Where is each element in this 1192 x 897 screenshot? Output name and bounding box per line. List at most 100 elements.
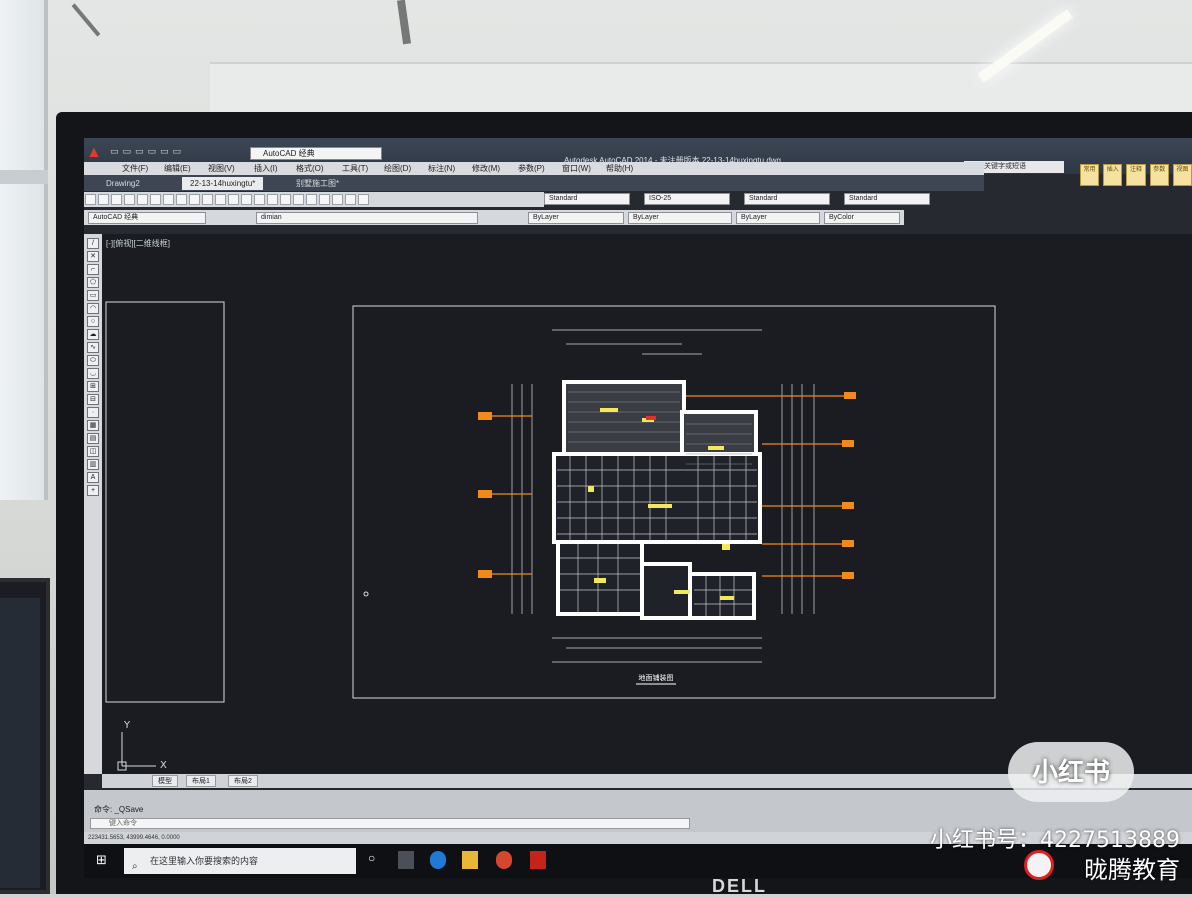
spline-icon[interactable]: ∿ [87, 342, 99, 353]
rectangle-icon[interactable]: ▭ [87, 290, 99, 301]
ribbon-icon-parametric[interactable]: 参数 [1149, 164, 1169, 186]
mtext-icon[interactable]: A [87, 472, 99, 483]
cut-icon[interactable] [150, 194, 161, 205]
tab-model[interactable]: 模型 [152, 775, 178, 787]
workspace-toolbar-combo[interactable]: AutoCAD 经典 [88, 212, 206, 224]
save-icon[interactable] [111, 194, 122, 205]
brand-watermark: 昽腾教育 [1084, 856, 1180, 884]
room-top-left [562, 380, 686, 456]
zoom-prev-icon[interactable] [267, 194, 278, 205]
floor-plan [552, 380, 762, 620]
drawing-area[interactable]: 地面铺装图 Y X [102, 234, 1192, 774]
table-style-combo[interactable]: Standard [744, 193, 830, 205]
tab-drawing2[interactable]: Drawing2 [98, 177, 148, 190]
line-icon[interactable]: / [87, 238, 99, 249]
viewport-controls[interactable]: [-][俯视][二维线框] [106, 238, 170, 249]
construction-line-icon[interactable]: ✕ [87, 251, 99, 262]
redo-icon[interactable] [215, 194, 226, 205]
folder-icon[interactable] [462, 851, 478, 869]
windows-start-icon[interactable]: ⊞ [96, 852, 110, 867]
menu-tools[interactable]: 工具(T) [342, 163, 368, 174]
circle-icon[interactable]: ○ [87, 316, 99, 327]
preview-icon[interactable] [137, 194, 148, 205]
menu-view[interactable]: 视图(V) [208, 163, 235, 174]
make-block-icon[interactable]: ⊟ [87, 394, 99, 405]
new-icon[interactable] [85, 194, 96, 205]
arc-icon[interactable]: ◠ [87, 303, 99, 314]
menu-modify[interactable]: 修改(M) [472, 163, 500, 174]
add-selected-icon[interactable]: + [87, 485, 99, 496]
lineweight-combo[interactable]: ByLayer [736, 212, 820, 224]
menu-format[interactable]: 格式(O) [296, 163, 324, 174]
menu-draw[interactable]: 绘图(D) [384, 163, 411, 174]
ribbon-icon-view[interactable]: 视图 [1172, 164, 1192, 186]
undo-icon[interactable] [202, 194, 213, 205]
match-icon[interactable] [189, 194, 200, 205]
copy-icon[interactable] [163, 194, 174, 205]
ellipse-icon[interactable]: ⬭ [87, 355, 99, 366]
search-icon: ⌕ [132, 861, 138, 872]
menu-insert[interactable]: 插入(I) [254, 163, 278, 174]
ribbon-icon-annotate[interactable]: 注释 [1126, 164, 1146, 186]
palettes-icon[interactable] [306, 194, 317, 205]
menu-bar: 文件(F) 编辑(E) 视图(V) 插入(I) 格式(O) 工具(T) 绘图(D… [84, 162, 984, 175]
ucs-y-label: Y [123, 720, 131, 731]
autocad-taskbar-icon[interactable] [530, 851, 546, 869]
edge-icon[interactable] [430, 851, 446, 869]
gradient-icon[interactable]: ▤ [87, 433, 99, 444]
tab-layout2[interactable]: 布局2 [228, 775, 258, 787]
sheetset-icon[interactable] [319, 194, 330, 205]
tab-layout1[interactable]: 布局1 [186, 775, 216, 787]
linetype-combo[interactable]: ByLayer [628, 212, 732, 224]
menu-parametric[interactable]: 参数(P) [518, 163, 545, 174]
command-input[interactable]: 键入命令 [90, 818, 690, 829]
open-icon[interactable] [98, 194, 109, 205]
zoom-window-icon[interactable] [254, 194, 265, 205]
polygon-icon[interactable]: ⬠ [87, 277, 99, 288]
menu-window[interactable]: 窗口(W) [562, 163, 591, 174]
document-tabs: Drawing2 22-13-14huxingtu* 别墅施工图* [84, 175, 984, 191]
properties-icon[interactable] [280, 194, 291, 205]
help-icon[interactable] [358, 194, 369, 205]
markup-icon[interactable] [332, 194, 343, 205]
laptop [0, 578, 50, 894]
autocad-logo-icon[interactable]: ▲ [86, 144, 104, 162]
plot-icon[interactable] [124, 194, 135, 205]
ellipse-arc-icon[interactable]: ◡ [87, 368, 99, 379]
quick-access-toolbar[interactable]: ▭▭▭▭▭▭ [110, 146, 270, 160]
hatch-icon[interactable]: ▦ [87, 420, 99, 431]
tab-huxingtu[interactable]: 22-13-14huxingtu* [182, 177, 264, 190]
plot-style-combo[interactable]: ByColor [824, 212, 900, 224]
calc-icon[interactable] [345, 194, 356, 205]
pan-icon[interactable] [228, 194, 239, 205]
xiaohongshu-badge: 小红书 [1008, 742, 1134, 802]
dim-style-combo[interactable]: ISO-25 [644, 193, 730, 205]
command-history: 命令: _QSave [94, 805, 144, 814]
revcloud-icon[interactable]: ☁ [87, 329, 99, 340]
menu-dimension[interactable]: 标注(N) [428, 163, 455, 174]
menu-file[interactable]: 文件(F) [122, 163, 148, 174]
ribbon-icon-insert[interactable]: 插入 [1103, 164, 1123, 186]
standard-toolbar [84, 192, 544, 207]
paste-icon[interactable] [176, 194, 187, 205]
point-icon[interactable]: · [87, 407, 99, 418]
region-icon[interactable]: ◫ [87, 446, 99, 457]
ribbon-icon-home[interactable]: 常用 [1080, 164, 1100, 186]
menu-edit[interactable]: 编辑(E) [164, 163, 191, 174]
color-combo[interactable]: ByLayer [528, 212, 624, 224]
text-style-combo[interactable]: Standard [544, 193, 630, 205]
zoom-icon[interactable] [241, 194, 252, 205]
mleader-style-combo[interactable]: Standard [844, 193, 930, 205]
workspace-combo[interactable]: AutoCAD 经典 [250, 147, 382, 160]
design-center-icon[interactable] [293, 194, 304, 205]
polyline-icon[interactable]: ⌐ [87, 264, 99, 275]
tab-villa-drawing[interactable]: 别墅施工图* [288, 177, 347, 190]
chrome-icon[interactable] [496, 851, 512, 869]
menu-help[interactable]: 帮助(H) [606, 163, 633, 174]
file-explorer-icon[interactable] [398, 851, 414, 869]
insert-block-icon[interactable]: ⊞ [87, 381, 99, 392]
table-icon[interactable]: ▥ [87, 459, 99, 470]
taskbar-search-input[interactable]: ⌕ 在这里输入你要搜索的内容 [124, 848, 356, 874]
task-view-icon[interactable]: ○ [368, 851, 384, 869]
layer-combo[interactable]: dimian [256, 212, 478, 224]
